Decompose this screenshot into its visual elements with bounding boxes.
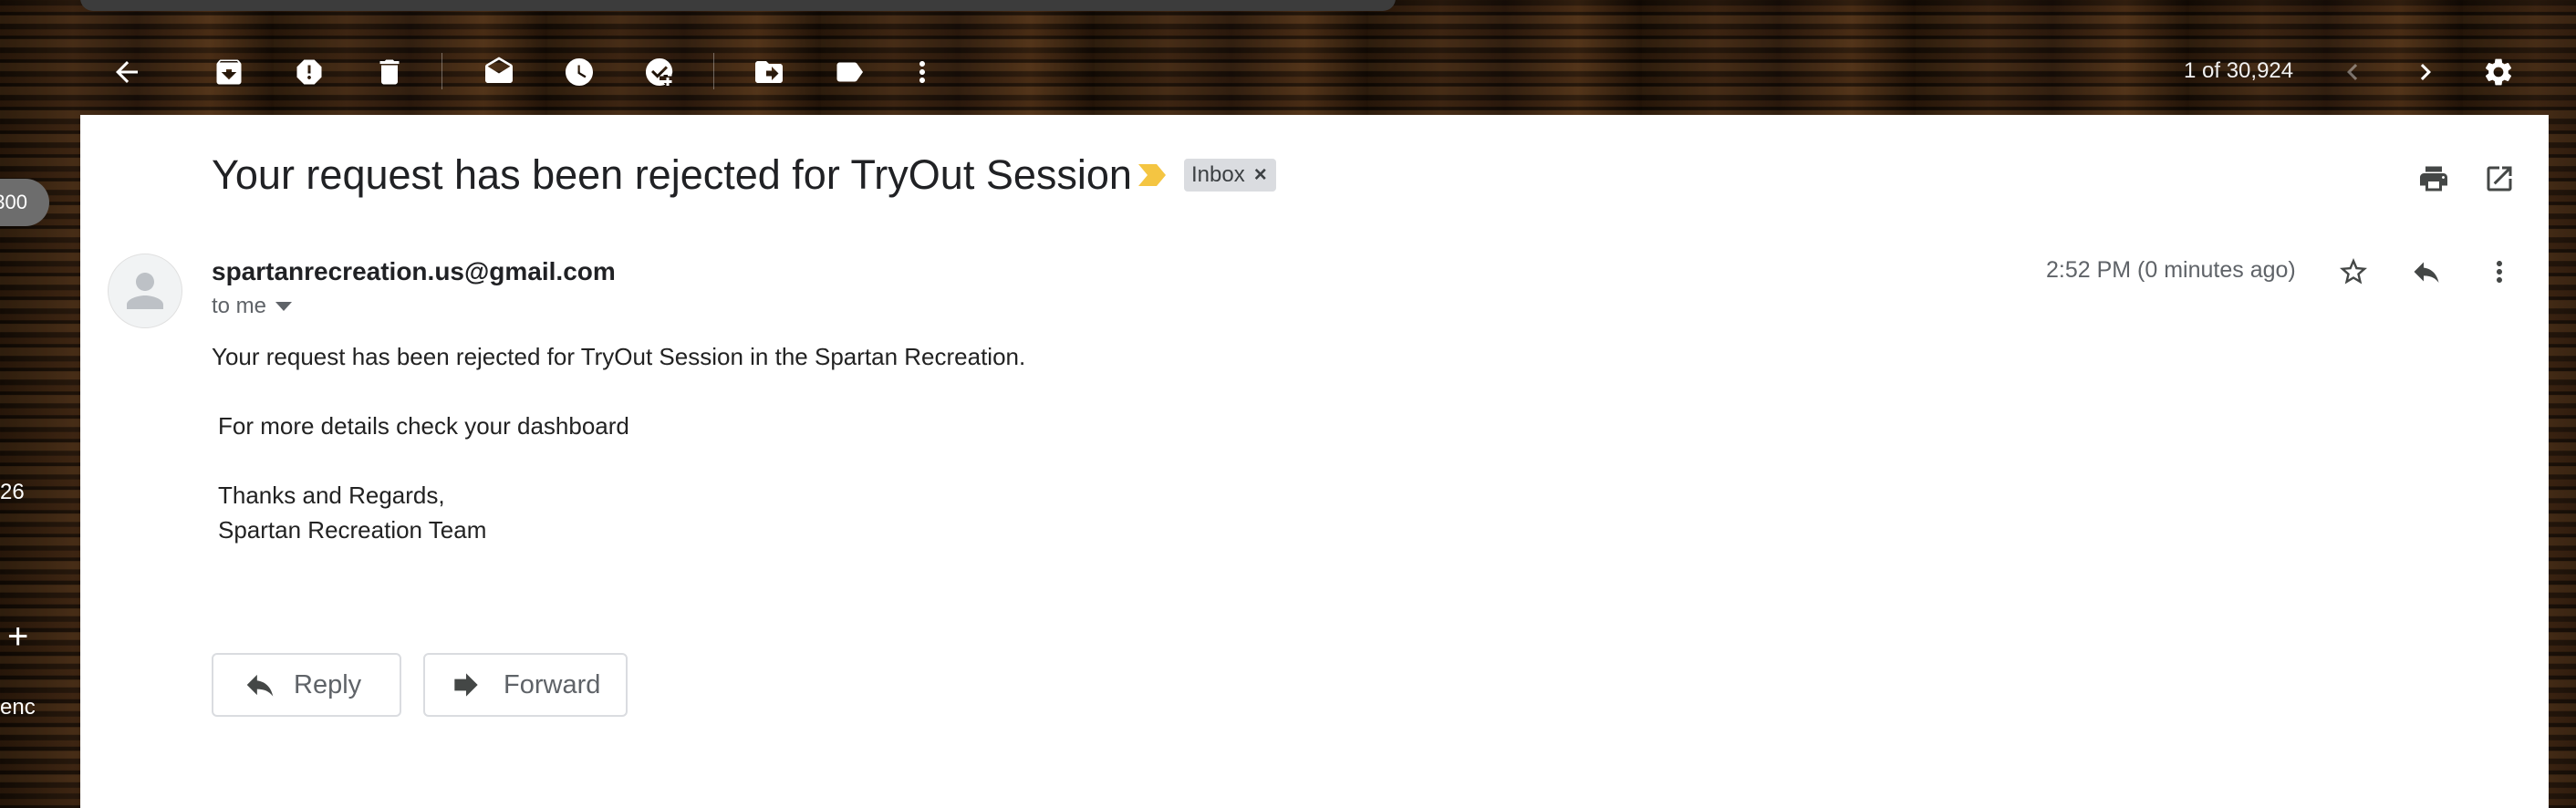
- body-line-1: Your request has been rejected for TryOu…: [212, 343, 1026, 370]
- add-to-tasks-icon[interactable]: [640, 53, 679, 91]
- message-card: Your request has been rejected for TryOu…: [80, 115, 2549, 808]
- reply-button[interactable]: Reply: [212, 653, 401, 717]
- inbox-label-text: Inbox: [1191, 162, 1245, 187]
- importance-marker-icon[interactable]: [1137, 162, 1168, 188]
- back-arrow-icon[interactable]: [108, 53, 146, 91]
- chevron-down-icon[interactable]: [275, 302, 293, 311]
- archive-icon[interactable]: [210, 53, 248, 91]
- person-icon: [127, 273, 163, 309]
- left-sidebar: 300 26 + enc: [0, 0, 80, 793]
- reply-icon[interactable]: [2406, 252, 2446, 292]
- search-bar-edge: [80, 0, 1396, 11]
- body-line-2: For more details check your dashboard: [218, 412, 629, 440]
- message-subject: Your request has been rejected for TryOu…: [212, 151, 1132, 198]
- forward-button[interactable]: Forward: [423, 653, 628, 717]
- message-timestamp: 2:52 PM (0 minutes ago): [2046, 257, 2296, 283]
- sender-avatar[interactable]: [108, 254, 182, 328]
- toolbar-divider: [713, 53, 714, 89]
- chevron-left-icon[interactable]: [2333, 53, 2372, 91]
- sidebar-count[interactable]: 26: [0, 480, 25, 505]
- mark-unread-icon[interactable]: [480, 53, 518, 91]
- sender-email[interactable]: spartanrecreation.us@gmail.com: [212, 257, 616, 286]
- delete-icon[interactable]: [370, 53, 409, 91]
- inbox-label-chip: Inbox ×: [1184, 159, 1276, 192]
- snooze-icon[interactable]: [560, 53, 598, 91]
- print-icon[interactable]: [2414, 159, 2454, 199]
- chevron-right-icon[interactable]: [2406, 53, 2445, 91]
- add-label-icon[interactable]: +: [7, 618, 28, 655]
- sidebar-partial-label[interactable]: enc: [0, 695, 36, 720]
- gear-icon[interactable]: [2479, 53, 2518, 91]
- open-in-new-window-icon[interactable]: [2479, 159, 2519, 199]
- more-vert-icon[interactable]: [903, 53, 941, 91]
- report-spam-icon[interactable]: [290, 53, 328, 91]
- reply-icon: [246, 674, 274, 697]
- body-line-3: Thanks and Regards,: [218, 482, 445, 509]
- sidebar-count-pill[interactable]: 300: [0, 179, 49, 226]
- more-vert-icon[interactable]: [2479, 252, 2519, 292]
- move-to-icon[interactable]: [750, 53, 788, 91]
- remove-label-icon[interactable]: ×: [1254, 162, 1267, 188]
- reply-button-label: Reply: [294, 669, 362, 699]
- forward-icon: [454, 673, 478, 697]
- star-icon[interactable]: [2333, 252, 2373, 292]
- labels-icon[interactable]: [830, 53, 868, 91]
- pager-count: 1 of 30,924: [2184, 58, 2294, 83]
- recipient-text: to me: [212, 294, 267, 318]
- recipient-line: to me: [212, 294, 293, 319]
- forward-button-label: Forward: [504, 669, 601, 699]
- toolbar-divider: [441, 53, 442, 89]
- body-line-4: Spartan Recreation Team: [218, 516, 487, 544]
